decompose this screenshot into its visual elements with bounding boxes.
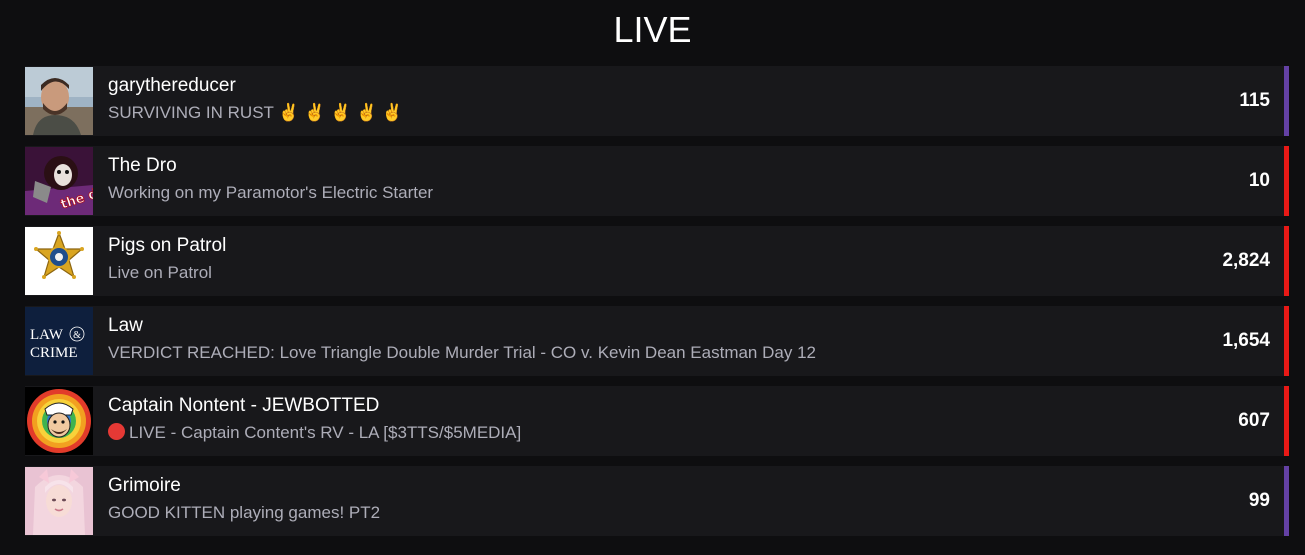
stream-status: LIVE - Captain Content's RV - LA [$3TTS/… (129, 423, 522, 442)
stream-status: VERDICT REACHED: Love Triangle Double Mu… (108, 343, 816, 362)
viewer-count: 2,824 (1222, 250, 1270, 271)
stream-name[interactable]: Law (108, 314, 1222, 338)
red-circle-icon (108, 423, 125, 440)
live-stream-list: garythereducer SURVIVING IN RUST ✌️ ✌️ ✌… (25, 66, 1289, 546)
stream-name[interactable]: Pigs on Patrol (108, 234, 1222, 258)
stream-name[interactable]: Captain Nontent - JEWBOTTED (108, 394, 1238, 418)
stream-status: SURVIVING IN RUST ✌️ ✌️ ✌️ ✌️ ✌️ (108, 103, 404, 122)
stream-status: Working on my Paramotor's Electric Start… (108, 183, 434, 202)
sheriff-star-badge-icon[interactable] (25, 227, 93, 295)
stream-row[interactable]: Captain Nontent - JEWBOTTED LIVE - Capta… (25, 386, 1289, 456)
stream-row[interactable]: Pigs on Patrol Live on Patrol 2,824 (25, 226, 1289, 296)
viewer-count: 115 (1239, 90, 1270, 111)
stream-status-line: LIVE - Captain Content's RV - LA [$3TTS/… (108, 422, 1238, 444)
man-selfie-avatar-icon[interactable] (25, 67, 93, 135)
law-and-crime-logo-icon[interactable]: LAW & CRIME (25, 307, 93, 375)
logo-text-law: LAW (30, 327, 64, 343)
stream-name[interactable]: garythereducer (108, 74, 1239, 98)
the-dro-logo-icon[interactable]: the dro (25, 147, 93, 215)
stream-row[interactable]: the dro The Dro Working on my Paramotor'… (25, 146, 1289, 216)
logo-text-crime: CRIME (30, 345, 78, 361)
stream-row[interactable]: garythereducer SURVIVING IN RUST ✌️ ✌️ ✌… (25, 66, 1289, 136)
stream-row[interactable]: LAW & CRIME Law VERDICT REACHED: Love Tr… (25, 306, 1289, 376)
stream-name[interactable]: The Dro (108, 154, 1249, 178)
stream-status: GOOD KITTEN playing games! PT2 (108, 503, 381, 522)
stream-row[interactable]: Grimoire GOOD KITTEN playing games! PT2 … (25, 466, 1289, 536)
stream-name[interactable]: Grimoire (108, 474, 1249, 498)
viewer-count: 1,654 (1222, 330, 1270, 351)
girl-pink-hair-avatar-icon[interactable] (25, 467, 93, 535)
page-title: LIVE (613, 9, 692, 50)
viewer-count: 99 (1248, 490, 1270, 511)
captain-content-logo-icon[interactable] (25, 387, 93, 455)
stream-status: Live on Patrol (108, 263, 212, 282)
logo-text-amp: & (73, 330, 81, 341)
viewer-count: 607 (1238, 410, 1270, 431)
viewer-count: 10 (1248, 170, 1270, 191)
